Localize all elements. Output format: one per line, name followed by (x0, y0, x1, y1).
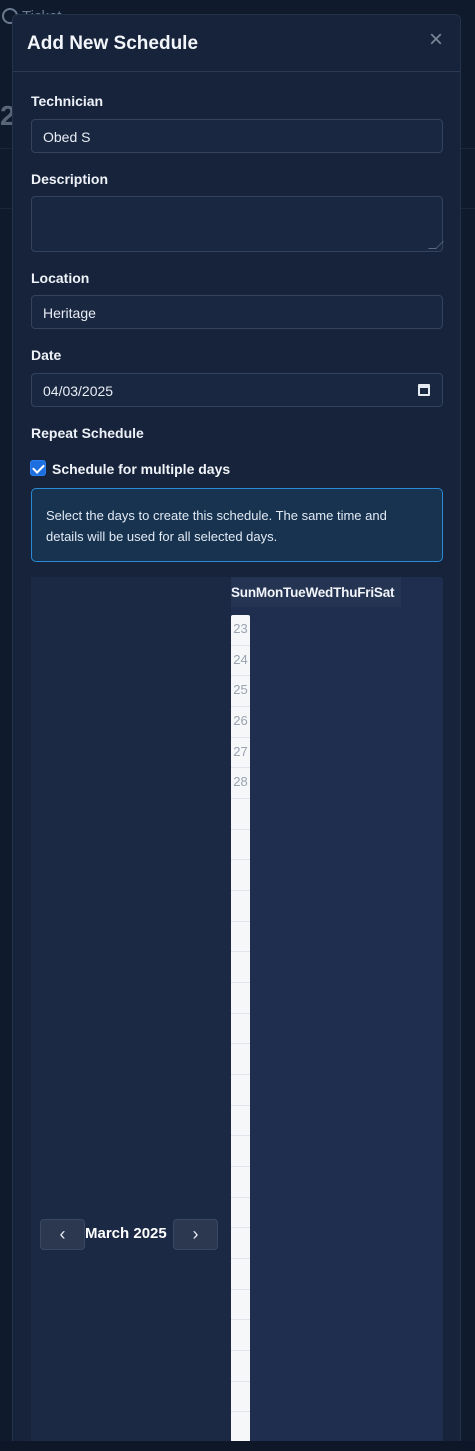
day-cell[interactable] (231, 1381, 250, 1411)
day-cell[interactable]: 23 (231, 615, 250, 645)
weekday-mon: Mon (255, 584, 284, 600)
weekday-header: Sun Mon Tue Wed Thu Fri Sat (231, 577, 401, 607)
add-schedule-modal: Add New Schedule × Technician Obed S Des… (12, 14, 461, 1451)
weekday-wed: Wed (305, 584, 334, 600)
day-cell[interactable]: 25 (231, 675, 250, 705)
weekday-sun: Sun (231, 584, 256, 600)
location-label: Location (31, 270, 90, 286)
day-cell[interactable] (231, 1013, 250, 1043)
location-field[interactable]: Heritage (31, 295, 443, 329)
modal-header: Add New Schedule × (13, 15, 460, 72)
multi-day-calendar: ‹ March 2025 › Sun Mon Tue Wed Thu Fri S… (31, 577, 443, 1450)
location-value: Heritage (43, 305, 96, 321)
month-label: March 2025 (85, 1225, 167, 1242)
technician-value: Obed S (43, 129, 91, 145)
day-cell[interactable] (231, 1319, 250, 1349)
day-cell[interactable]: 27 (231, 737, 250, 767)
weekday-sat: Sat (373, 584, 395, 600)
date-label: Date (31, 347, 62, 363)
day-cell[interactable] (231, 1411, 250, 1441)
weekday-fri: Fri (357, 584, 374, 600)
multiple-days-checkbox[interactable] (30, 460, 46, 476)
day-cell[interactable] (231, 1258, 250, 1288)
close-icon[interactable]: × (426, 28, 446, 52)
day-cell[interactable] (231, 829, 250, 859)
day-cell[interactable] (231, 890, 250, 920)
info-text: Select the days to create this schedule.… (46, 508, 387, 544)
day-cell[interactable] (231, 1074, 250, 1104)
day-cell[interactable] (231, 921, 250, 951)
day-cell[interactable] (231, 982, 250, 1012)
technician-field[interactable]: Obed S (31, 119, 443, 153)
modal-title: Add New Schedule (27, 33, 199, 54)
day-cell[interactable] (231, 1197, 250, 1227)
day-cell[interactable] (231, 1105, 250, 1135)
date-field[interactable]: 04/03/2025 (31, 373, 443, 407)
day-cell[interactable] (231, 1350, 250, 1380)
day-cell[interactable] (231, 1227, 250, 1257)
weekday-thu: Thu (333, 584, 358, 600)
day-cell[interactable] (231, 1135, 250, 1165)
day-cell[interactable] (231, 1043, 250, 1073)
info-message: Select the days to create this schedule.… (31, 488, 443, 562)
day-column: 23 24 25 26 27 28 (231, 615, 250, 1442)
chevron-right-icon: › (192, 1224, 199, 1244)
day-cell[interactable] (231, 951, 250, 981)
next-month-button[interactable]: › (173, 1219, 218, 1250)
calendar-nav-panel (31, 577, 231, 1450)
resize-handle-icon[interactable] (428, 241, 444, 249)
description-label: Description (31, 171, 109, 187)
day-cell[interactable] (231, 859, 250, 889)
day-cell[interactable]: 28 (231, 767, 250, 797)
technician-label: Technician (31, 93, 104, 109)
page-bottom-edge (0, 1441, 475, 1451)
day-cell[interactable] (231, 1166, 250, 1196)
day-cell[interactable]: 26 (231, 706, 250, 736)
weekday-tue: Tue (283, 584, 306, 600)
chevron-left-icon: ‹ (59, 1224, 66, 1244)
prev-month-button[interactable]: ‹ (40, 1219, 85, 1250)
description-field[interactable] (31, 196, 444, 252)
day-cell[interactable] (231, 798, 250, 828)
multiple-days-label[interactable]: Schedule for multiple days (52, 461, 230, 477)
repeat-schedule-label: Repeat Schedule (31, 425, 144, 441)
date-value: 04/03/2025 (43, 383, 114, 399)
calendar-icon[interactable] (418, 384, 430, 396)
day-cell[interactable]: 24 (231, 645, 250, 675)
day-cell[interactable] (231, 1289, 250, 1319)
